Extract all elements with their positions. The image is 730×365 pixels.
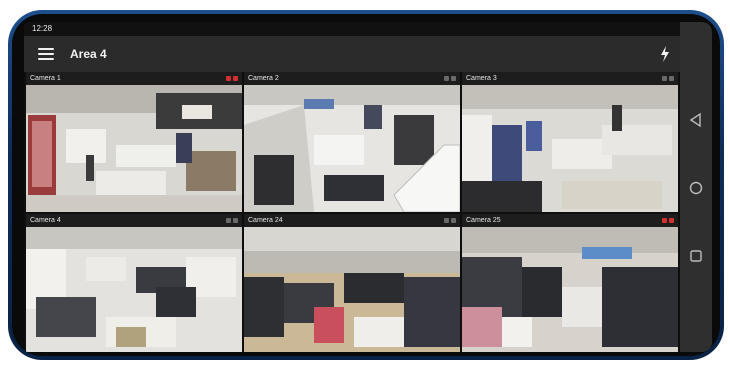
- navigation-bar: [680, 22, 712, 352]
- alert-indicator-icon: [233, 76, 238, 81]
- status-indicator-icon: [662, 76, 667, 81]
- camera-feed-image: [244, 85, 460, 212]
- camera-header: Camera 3: [462, 72, 678, 85]
- camera-label: Camera 25: [466, 217, 501, 224]
- status-indicator-icon: [233, 218, 238, 223]
- status-indicator-icon: [451, 218, 456, 223]
- camera-label: Camera 2: [248, 75, 279, 82]
- recents-square-icon[interactable]: [688, 248, 704, 264]
- app-screen: 12:28 Area 4 Camera 1 Camera 2 Camera 3 …: [24, 22, 680, 352]
- camera-label: Camera 1: [30, 75, 61, 82]
- camera-header: Camera 4: [26, 214, 242, 227]
- camera-tile-4[interactable]: Camera 4: [26, 214, 242, 352]
- status-indicator-icon: [444, 218, 449, 223]
- camera-feed-image: [462, 85, 678, 212]
- camera-tile-24[interactable]: Camera 24: [244, 214, 460, 352]
- app-bar: Area 4: [24, 36, 680, 72]
- camera-label: Camera 3: [466, 75, 497, 82]
- home-circle-icon[interactable]: [688, 180, 704, 196]
- camera-label: Camera 24: [248, 217, 283, 224]
- camera-header: Camera 1: [26, 72, 242, 85]
- back-triangle-icon[interactable]: [688, 112, 704, 128]
- status-indicator-icon: [226, 218, 231, 223]
- camera-feed-image: [26, 85, 242, 212]
- camera-feed-image: [462, 227, 678, 352]
- camera-tile-2[interactable]: Camera 2: [244, 72, 460, 212]
- alert-indicator-icon: [669, 218, 674, 223]
- camera-label: Camera 4: [30, 217, 61, 224]
- camera-header: Camera 2: [244, 72, 460, 85]
- status-indicator-icon: [669, 76, 674, 81]
- status-indicator-icon: [451, 76, 456, 81]
- camera-feed-image: [244, 227, 460, 352]
- camera-tile-25[interactable]: Camera 25: [462, 214, 678, 352]
- camera-tile-1[interactable]: Camera 1: [26, 72, 242, 212]
- menu-icon[interactable]: [38, 48, 54, 60]
- camera-grid: Camera 1 Camera 2 Camera 3 Camera 4 Came…: [24, 72, 680, 352]
- status-indicator-icon: [444, 76, 449, 81]
- flash-icon[interactable]: [660, 46, 670, 62]
- status-bar: 12:28: [24, 22, 680, 36]
- recording-indicator-icon: [662, 218, 667, 223]
- recording-indicator-icon: [226, 76, 231, 81]
- camera-header: Camera 24: [244, 214, 460, 227]
- camera-tile-3[interactable]: Camera 3: [462, 72, 678, 212]
- status-time: 12:28: [32, 24, 53, 33]
- camera-feed-image: [26, 227, 242, 352]
- camera-header: Camera 25: [462, 214, 678, 227]
- page-title: Area 4: [70, 47, 107, 61]
